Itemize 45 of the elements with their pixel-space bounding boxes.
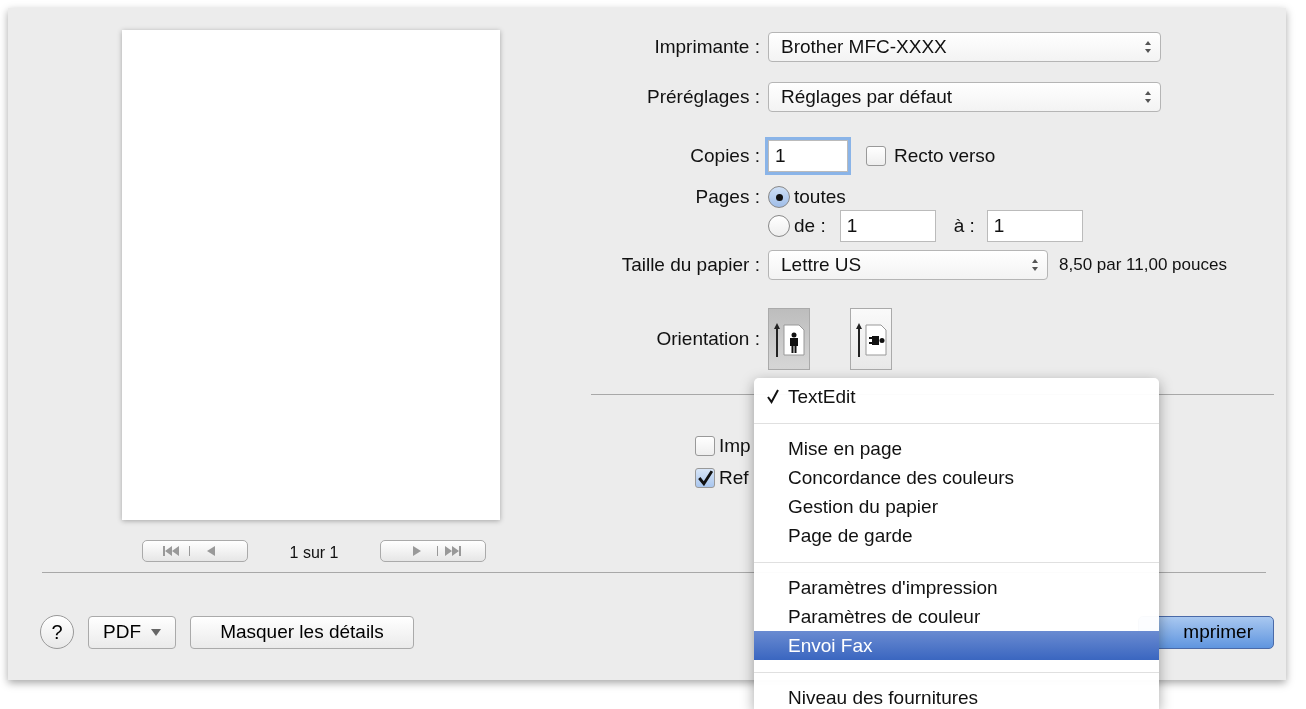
hide-details-button[interactable]: Masquer les détails	[190, 615, 414, 649]
page-indicator: 1 sur 1	[288, 543, 340, 562]
pdf-menu-button[interactable]: PDF	[88, 615, 176, 649]
copies-field[interactable]: 1	[768, 140, 848, 172]
copies-label: Copies :	[689, 145, 761, 167]
duplex-label: Recto verso	[894, 145, 996, 167]
menu-item[interactable]: Envoi Fax	[754, 631, 1159, 660]
menu-item[interactable]: Gestion du papier	[754, 492, 1159, 521]
stepper-arrows-icon	[1144, 90, 1152, 104]
to-label: à :	[953, 215, 975, 237]
radio-button[interactable]	[768, 186, 790, 208]
orientation-label: Orientation :	[655, 328, 761, 350]
presets-label: Préréglages :	[646, 86, 761, 108]
first-previous-page-button[interactable]	[142, 540, 248, 562]
help-button[interactable]: ?	[40, 615, 74, 649]
all-pages-label: toutes	[794, 186, 846, 208]
orientation-button[interactable]	[768, 308, 810, 370]
pages-label: Pages :	[694, 186, 761, 208]
caret-icon	[151, 628, 161, 636]
orientation-button[interactable]	[850, 308, 892, 370]
menu-item[interactable]: Concordance des couleurs	[754, 463, 1159, 492]
to-page-field[interactable]: 1	[986, 210, 1083, 242]
duplex-checkbox[interactable]	[866, 146, 886, 166]
from-label: de :	[794, 215, 826, 237]
radio-button[interactable]	[768, 215, 790, 237]
menu-item[interactable]: Niveau des fournitures	[754, 683, 1159, 709]
paper-size-note: 8,50 par 11,00 pouces	[1059, 255, 1227, 275]
menu-item[interactable]: Mise en page	[754, 434, 1159, 463]
stepper-arrows-icon	[1144, 40, 1152, 54]
menu-item[interactable]: Page de garde	[754, 521, 1159, 550]
paper-size-popup[interactable]: Lettre US	[768, 250, 1048, 280]
paper-size-label: Taille du papier :	[620, 254, 761, 276]
checkbox[interactable]	[695, 436, 715, 456]
presets-popup[interactable]: Réglages par défaut	[768, 82, 1161, 112]
menu-item[interactable]: Paramètres d'impression	[754, 573, 1159, 602]
checkbox-label: Imp	[719, 435, 751, 457]
printer-label: Imprimante :	[653, 36, 761, 58]
checkbox-label: Ref	[719, 467, 749, 489]
stepper-arrows-icon	[1031, 258, 1039, 272]
checkmark-icon	[766, 388, 780, 404]
from-page-field[interactable]: 1	[839, 210, 936, 242]
menu-item[interactable]: TextEdit	[754, 382, 1159, 411]
checkbox[interactable]	[695, 468, 715, 488]
next-last-page-button[interactable]	[380, 540, 486, 562]
printer-popup[interactable]: Brother MFC-XXXX	[768, 32, 1161, 62]
